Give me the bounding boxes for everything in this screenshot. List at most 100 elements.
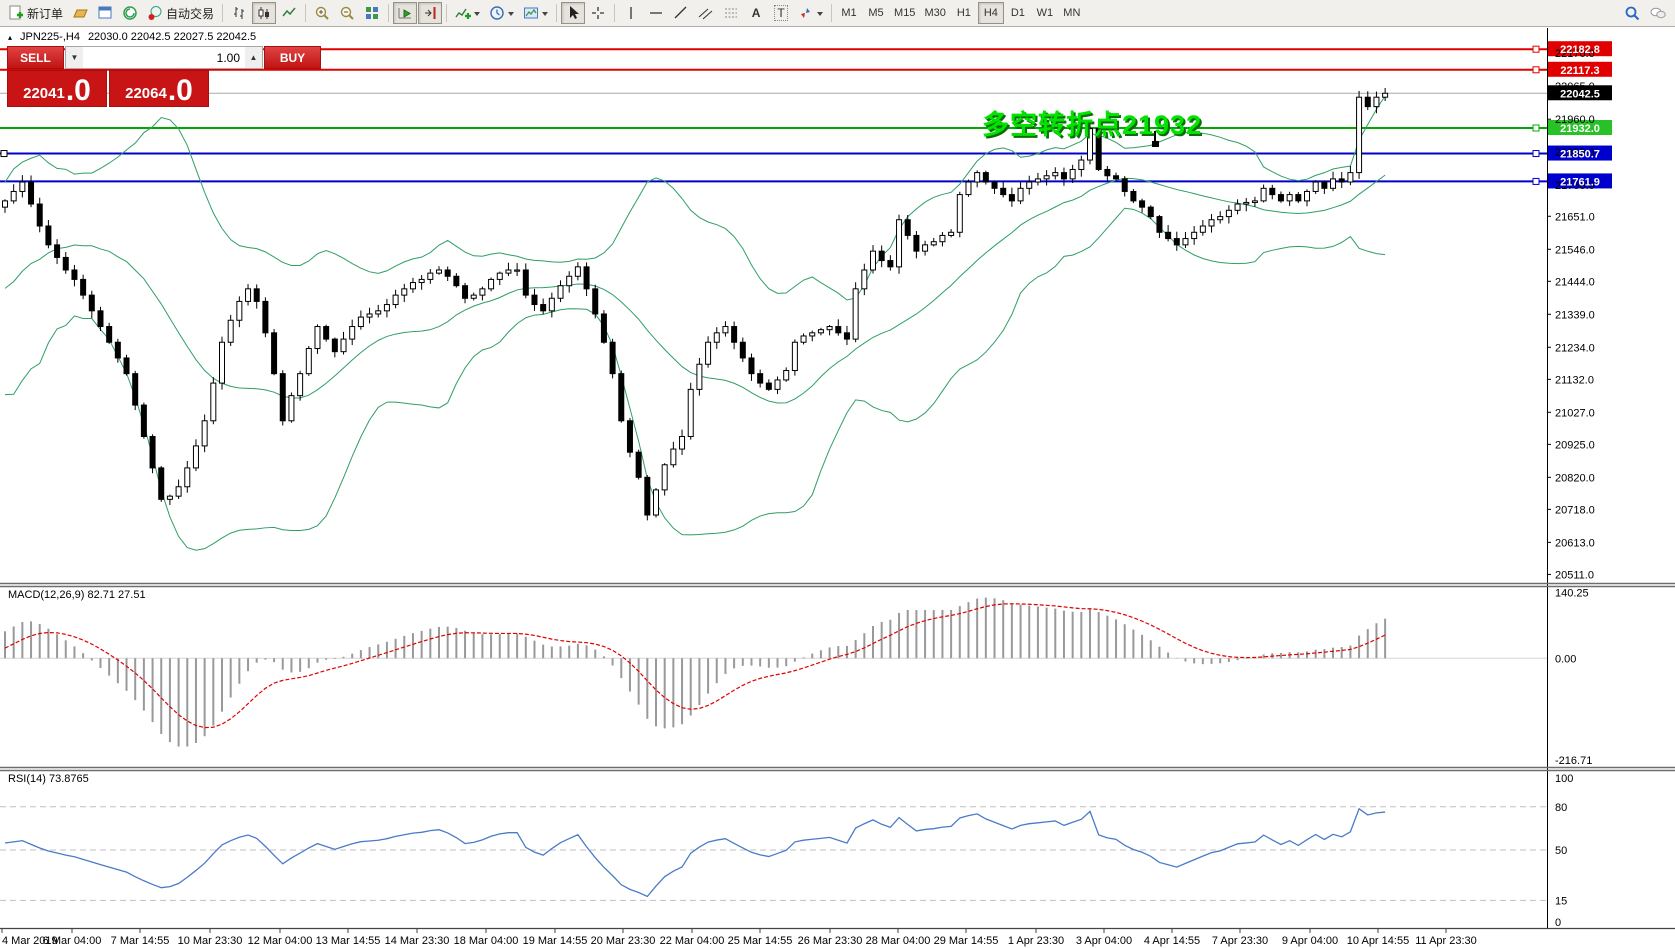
text-button[interactable]: A bbox=[744, 2, 768, 24]
new-order-label: 新订单 bbox=[27, 5, 63, 22]
toolbar-separator bbox=[446, 4, 447, 22]
zoom-in-icon bbox=[314, 5, 330, 21]
zoom-out-button[interactable] bbox=[335, 2, 359, 24]
channel-icon bbox=[698, 5, 714, 21]
svg-text:3 Apr 04:00: 3 Apr 04:00 bbox=[1076, 935, 1132, 947]
sell-price-main: 22041 bbox=[23, 85, 65, 102]
candlestick-icon bbox=[256, 5, 272, 21]
periods-button[interactable] bbox=[485, 2, 518, 24]
chart-annotation-text[interactable]: 多空转折点21932 bbox=[982, 103, 1202, 142]
svg-text:21651.0: 21651.0 bbox=[1555, 211, 1595, 223]
tile-windows-icon bbox=[364, 5, 380, 21]
svg-text:10 Apr 14:55: 10 Apr 14:55 bbox=[1347, 935, 1409, 947]
svg-text:14 Mar 23:30: 14 Mar 23:30 bbox=[385, 935, 450, 947]
svg-text:15: 15 bbox=[1555, 895, 1567, 907]
chart-shift-icon bbox=[422, 5, 438, 21]
volume-increase-button[interactable]: ▲ bbox=[245, 47, 262, 68]
profiles-icon bbox=[72, 5, 88, 21]
autotrading-icon bbox=[147, 5, 163, 21]
svg-text:21132.0: 21132.0 bbox=[1555, 374, 1594, 386]
autotrading-button[interactable]: 自动交易 bbox=[143, 2, 218, 24]
toolbar-separator bbox=[556, 4, 557, 22]
symbol-ohlc: 22030.0 22042.5 22027.5 22042.5 bbox=[88, 31, 256, 43]
one-click-trading-panel: SELL ▼ ▲ BUY 22041 .0 22064 .0 bbox=[7, 46, 209, 107]
toolbar: 新订单 自动交易 bbox=[0, 0, 1675, 27]
buy-price[interactable]: 22064 .0 bbox=[109, 70, 209, 107]
collapse-icon[interactable]: ▴ bbox=[8, 33, 12, 42]
auto-scroll-button[interactable] bbox=[393, 2, 417, 24]
arrows-button[interactable] bbox=[794, 2, 827, 24]
dropdown-caret-icon bbox=[542, 12, 548, 19]
buy-price-main: 22064 bbox=[125, 85, 167, 102]
search-icon bbox=[1624, 5, 1640, 21]
svg-text:22042.5: 22042.5 bbox=[1560, 88, 1600, 100]
svg-text:50: 50 bbox=[1555, 845, 1567, 857]
symbol-title: JPN225-,H4 bbox=[20, 31, 80, 43]
cursor-button[interactable] bbox=[561, 2, 585, 24]
autotrading-label: 自动交易 bbox=[166, 5, 214, 22]
svg-text:21339.0: 21339.0 bbox=[1555, 309, 1595, 321]
buy-price-fraction: .0 bbox=[168, 76, 193, 106]
svg-text:26 Mar 23:30: 26 Mar 23:30 bbox=[798, 935, 863, 947]
search-button[interactable] bbox=[1620, 2, 1644, 24]
timeframe-m5-button[interactable]: M5 bbox=[863, 2, 889, 24]
mt4-window: 新订单 自动交易 bbox=[0, 0, 1675, 948]
svg-text:10 Mar 23:30: 10 Mar 23:30 bbox=[178, 935, 243, 947]
market-watch-button[interactable] bbox=[93, 2, 117, 24]
indicators-button[interactable] bbox=[451, 2, 484, 24]
bar-chart-button[interactable] bbox=[227, 2, 251, 24]
fibonacci-icon bbox=[723, 5, 739, 21]
timeframe-mn-button[interactable]: MN bbox=[1059, 2, 1085, 24]
chart-shift-button[interactable] bbox=[418, 2, 442, 24]
channel-button[interactable] bbox=[694, 2, 718, 24]
cursor-icon bbox=[565, 5, 581, 21]
trendline-button[interactable] bbox=[669, 2, 693, 24]
svg-text:21027.0: 21027.0 bbox=[1555, 407, 1595, 419]
svg-text:-216.71: -216.71 bbox=[1555, 755, 1592, 767]
data-window-button[interactable] bbox=[118, 2, 142, 24]
chat-button[interactable] bbox=[1645, 2, 1671, 24]
crosshair-button[interactable] bbox=[586, 2, 610, 24]
svg-text:20718.0: 20718.0 bbox=[1555, 504, 1595, 516]
symbol-header: ▴ JPN225-,H4 22030.0 22042.5 22027.5 220… bbox=[8, 31, 256, 43]
timeframe-w1-button[interactable]: W1 bbox=[1032, 2, 1058, 24]
timeframe-d1-button[interactable]: D1 bbox=[1005, 2, 1031, 24]
horizontal-line-button[interactable] bbox=[644, 2, 668, 24]
svg-text:4 Apr 14:55: 4 Apr 14:55 bbox=[1144, 935, 1200, 947]
tile-windows-button[interactable] bbox=[360, 2, 384, 24]
volume-decrease-button[interactable]: ▼ bbox=[66, 47, 83, 68]
svg-text:28 Mar 04:00: 28 Mar 04:00 bbox=[866, 935, 931, 947]
vertical-line-button[interactable] bbox=[619, 2, 643, 24]
sell-button[interactable]: SELL bbox=[7, 46, 64, 69]
line-chart-button[interactable] bbox=[277, 2, 301, 24]
svg-text:20511.0: 20511.0 bbox=[1555, 569, 1594, 581]
line-chart-icon bbox=[281, 5, 297, 21]
chart-canvas[interactable]: 22170.022065.021960.021855.021750.021651… bbox=[0, 0, 1675, 948]
svg-text:21234.0: 21234.0 bbox=[1555, 342, 1595, 354]
toolbar-separator bbox=[831, 4, 832, 22]
candlestick-button[interactable] bbox=[252, 2, 276, 24]
zoom-out-icon bbox=[339, 5, 355, 21]
profiles-button[interactable] bbox=[68, 2, 92, 24]
timeframe-m30-button[interactable]: M30 bbox=[920, 2, 949, 24]
text-label-button[interactable]: T bbox=[769, 2, 793, 24]
fibonacci-button[interactable] bbox=[719, 2, 743, 24]
timeframe-m15-button[interactable]: M15 bbox=[890, 2, 919, 24]
toolbar-separator bbox=[388, 4, 389, 22]
svg-text:20613.0: 20613.0 bbox=[1555, 537, 1595, 549]
templates-button[interactable] bbox=[519, 2, 552, 24]
buy-button[interactable]: BUY bbox=[264, 46, 321, 69]
timeframe-h1-button[interactable]: H1 bbox=[951, 2, 977, 24]
svg-text:13 Mar 14:55: 13 Mar 14:55 bbox=[316, 935, 381, 947]
volume-input[interactable] bbox=[83, 47, 245, 68]
dropdown-caret-icon bbox=[817, 12, 823, 19]
zoom-in-button[interactable] bbox=[310, 2, 334, 24]
timeframe-m1-button[interactable]: M1 bbox=[836, 2, 862, 24]
svg-text:29 Mar 14:55: 29 Mar 14:55 bbox=[934, 935, 999, 947]
svg-text:22182.8: 22182.8 bbox=[1560, 44, 1600, 56]
svg-text:20925.0: 20925.0 bbox=[1555, 439, 1595, 451]
timeframe-h4-button[interactable]: H4 bbox=[978, 2, 1004, 24]
new-order-button[interactable]: 新订单 bbox=[4, 2, 67, 24]
text-label-icon: T bbox=[774, 5, 787, 21]
sell-price[interactable]: 22041 .0 bbox=[7, 70, 107, 107]
